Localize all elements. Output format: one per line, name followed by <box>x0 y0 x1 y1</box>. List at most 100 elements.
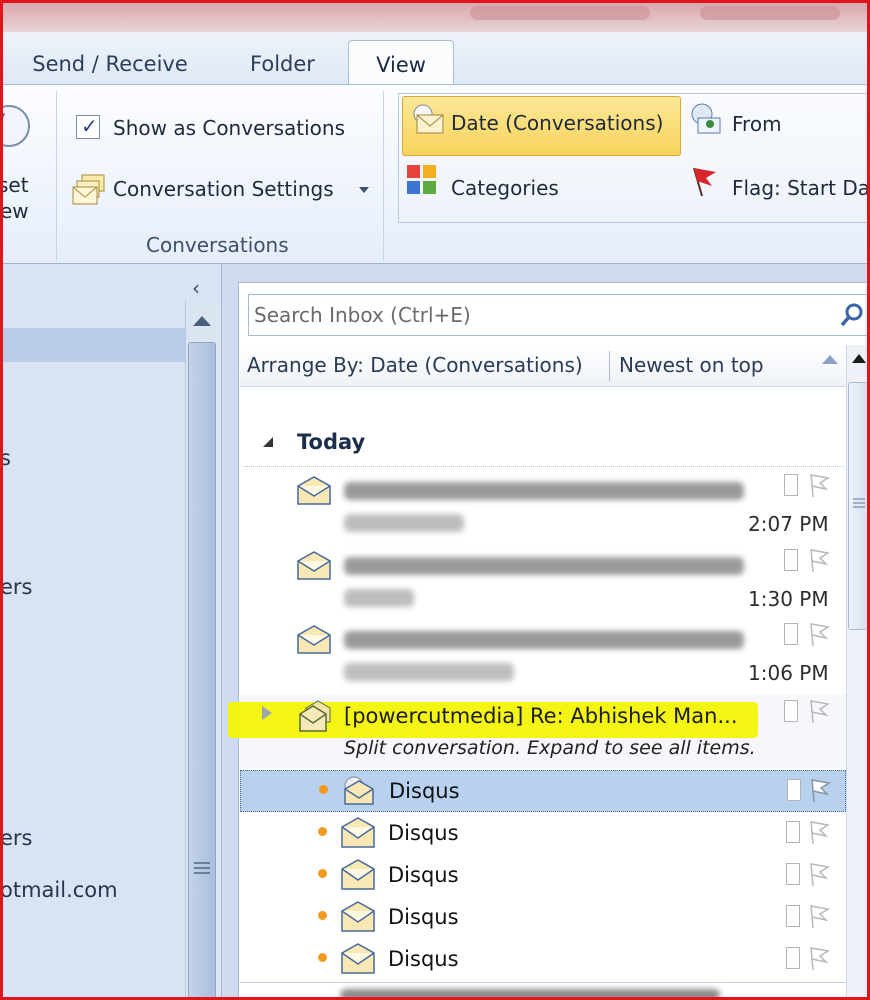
sort-order-button[interactable]: Newest on top <box>619 353 764 377</box>
category-box[interactable] <box>786 863 800 885</box>
envelope-icon <box>297 551 331 580</box>
category-box[interactable] <box>784 474 798 496</box>
envelope-icon <box>297 625 331 654</box>
group-header-today: Today <box>297 430 366 454</box>
arrange-categories-button[interactable]: Categories <box>404 160 664 216</box>
envelope-icon <box>341 817 375 848</box>
category-box[interactable] <box>784 549 798 571</box>
category-box[interactable] <box>784 623 798 645</box>
contact-card-icon <box>691 103 721 134</box>
blurred-subject <box>344 631 744 649</box>
checkbox-box: ✓ <box>76 114 100 139</box>
nav-selected-item[interactable] <box>0 328 185 362</box>
message-time: 1:06 PM <box>748 661 829 685</box>
sort-up-icon[interactable] <box>820 353 840 365</box>
search-input[interactable]: Search Inbox (Ctrl+E) <box>248 294 870 336</box>
scroll-up-arrow-icon[interactable] <box>851 352 867 364</box>
nav-account-item[interactable]: otmail.com <box>0 878 118 902</box>
category-box[interactable] <box>786 821 800 843</box>
blurred-sender <box>344 663 514 681</box>
conversation-item-row[interactable]: Disqus <box>240 897 846 939</box>
title-bar <box>0 0 870 32</box>
flag-icon[interactable] <box>806 819 832 845</box>
category-box[interactable] <box>786 947 800 969</box>
nav-scrollbar-thumb[interactable] <box>188 342 216 1000</box>
conversations-group-label: Conversations <box>146 233 289 257</box>
title-bar-blur <box>700 6 840 20</box>
flag-icon[interactable] <box>806 472 832 498</box>
conversation-settings-button[interactable]: Conversation Settings <box>72 171 372 211</box>
check-icon: ✓ <box>81 114 98 138</box>
envelope-icon <box>413 104 444 134</box>
reset-view-icon <box>0 105 30 147</box>
flag-icon[interactable] <box>806 861 832 887</box>
grip-icon <box>194 862 210 874</box>
chevron-down-icon <box>359 187 369 193</box>
unread-dot-icon <box>318 911 327 920</box>
split-conversation-note: Split conversation. Expand to see all it… <box>344 737 756 759</box>
reset-view-label: ew <box>0 199 29 223</box>
message-row[interactable]: 1:30 PM <box>240 545 846 615</box>
envelope-icon <box>297 476 331 505</box>
blurred-sender <box>344 514 464 532</box>
flag-icon[interactable] <box>806 621 832 647</box>
red-flag-icon <box>693 167 716 197</box>
flag-icon[interactable] <box>806 903 832 929</box>
tab-send-receive[interactable]: Send / Receive <box>20 40 200 84</box>
arrange-by-bar: Arrange By: Date (Conversations) Newest … <box>240 345 846 387</box>
arrange-flag-start-date-button[interactable]: Flag: Start Da <box>688 160 870 216</box>
ribbon-tab-row: Send / Receive Folder View <box>0 32 870 86</box>
conversation-item-sender: Disqus <box>388 947 459 971</box>
arrange-by-button[interactable]: Arrange By: Date (Conversations) <box>247 353 583 377</box>
nav-item[interactable]: ers <box>0 575 33 599</box>
scroll-up-arrow-icon[interactable] <box>191 314 213 328</box>
search-icon[interactable] <box>839 302 865 328</box>
collapse-pane-icon[interactable]: ‹ <box>192 276 200 300</box>
group-collapse-icon[interactable] <box>262 436 274 448</box>
arrange-from-button[interactable]: From <box>688 98 870 154</box>
conversation-envelopes-icon <box>299 700 331 732</box>
conversation-item-sender: Disqus <box>389 779 460 803</box>
message-row[interactable]: 2:07 PM <box>240 470 846 540</box>
conversation-item-row[interactable]: Disqus <box>240 939 846 981</box>
reset-view-button[interactable]: set ew <box>0 85 52 235</box>
tab-folder[interactable]: Folder <box>230 40 335 84</box>
conversation-item-row[interactable]: Disqus <box>240 770 846 812</box>
flag-icon[interactable] <box>806 698 832 724</box>
next-message-row-partial[interactable] <box>240 982 846 1000</box>
blurred-subject <box>344 482 744 500</box>
envelope-icon <box>341 901 375 932</box>
expand-conversation-icon[interactable] <box>262 706 272 720</box>
unread-dot-icon <box>319 785 328 794</box>
group-divider <box>244 466 844 467</box>
flag-icon[interactable] <box>807 777 833 803</box>
title-bar-blur <box>470 6 650 20</box>
conversation-item-sender: Disqus <box>388 863 459 887</box>
message-row[interactable]: 1:06 PM <box>240 619 846 689</box>
nav-item[interactable]: ers <box>0 826 33 850</box>
unread-dot-icon <box>318 827 327 836</box>
conversation-item-row[interactable]: Disqus <box>240 855 846 897</box>
blurred-subject <box>340 989 720 1000</box>
arrange-from-label: From <box>732 112 782 136</box>
arrange-date-conversations-button[interactable]: Date (Conversations) <box>402 96 681 156</box>
category-box[interactable] <box>786 905 800 927</box>
conversation-subject: [powercutmedia] Re: Abhishek Man... <box>344 704 738 728</box>
conversation-item-sender: Disqus <box>388 821 459 845</box>
unread-dot-icon <box>318 953 327 962</box>
conversation-item-row[interactable]: Disqus <box>240 813 846 855</box>
flag-icon[interactable] <box>806 547 832 573</box>
conversation-envelopes-icon <box>72 174 105 205</box>
reset-view-label: set <box>0 173 29 197</box>
show-as-conversations-checkbox[interactable]: ✓ Show as Conversations <box>72 113 372 147</box>
arrange-date-conversations-label: Date (Conversations) <box>451 111 664 135</box>
tab-view[interactable]: View <box>348 40 454 86</box>
group-separator <box>383 91 384 261</box>
nav-item[interactable]: s <box>0 446 11 470</box>
flag-icon[interactable] <box>806 945 832 971</box>
category-box[interactable] <box>787 779 801 801</box>
category-box[interactable] <box>784 700 798 722</box>
arrange-separator <box>609 351 610 381</box>
conversation-item-sender: Disqus <box>388 905 459 929</box>
categories-icon <box>407 165 436 194</box>
